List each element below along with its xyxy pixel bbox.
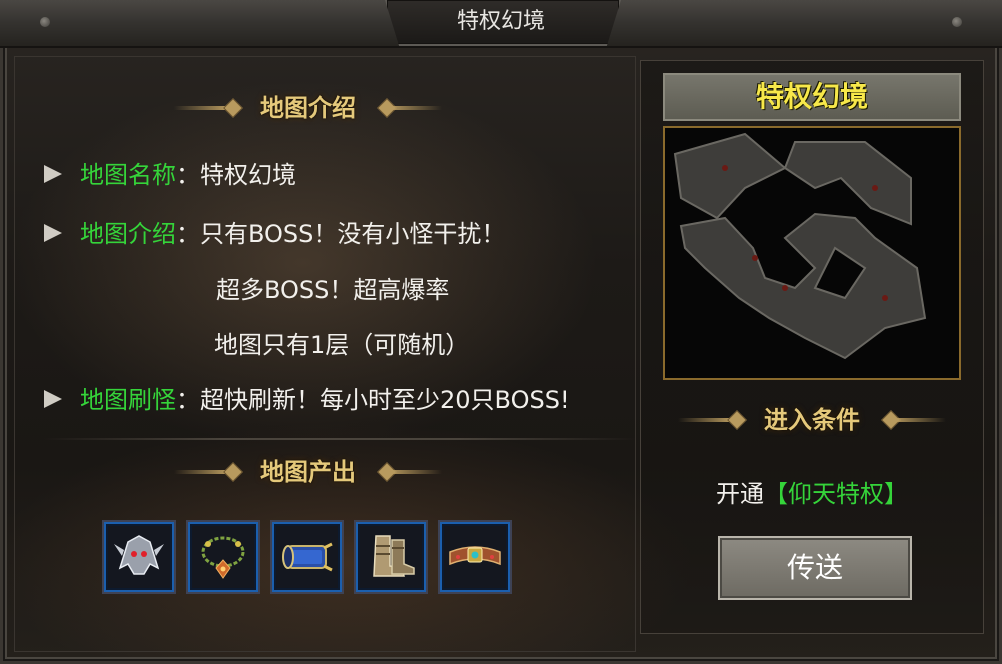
- minimap: [663, 126, 961, 380]
- intro-section-header: 地图介绍: [148, 90, 468, 126]
- window-title: 特权幻境: [456, 9, 545, 34]
- map-refresh-key: 地图刷怪: [80, 386, 176, 414]
- map-intro-row: 地图介绍：只有BOSS！没有小怪干扰！: [44, 214, 505, 254]
- ornament-diamond-icon: [223, 98, 243, 118]
- ornament-right-icon: [388, 106, 442, 110]
- map-refresh-row: 地图刷怪：超快刷新！每小时至少20只BOSS!: [44, 380, 570, 420]
- ornament-left-icon: [174, 470, 228, 474]
- map-title: 特权幻境: [755, 80, 868, 113]
- helmet-icon: [114, 535, 164, 575]
- bullet-arrow-icon: [44, 224, 62, 242]
- map-intro-line: 超多BOSS！超高爆率: [216, 276, 450, 304]
- item-slot-bracer[interactable]: [270, 520, 344, 594]
- ornament-left-icon: [174, 106, 228, 110]
- teleport-button[interactable]: 传送: [718, 536, 912, 600]
- item-slot-helmet[interactable]: [102, 520, 176, 594]
- bullet-arrow-icon: [44, 390, 62, 408]
- item-slot-necklace[interactable]: [186, 520, 260, 594]
- condition-section-header: 进入条件: [652, 402, 972, 438]
- ornament-right-icon: [388, 470, 442, 474]
- map-name-value: 特权幻境: [200, 161, 296, 189]
- item-slot-boots[interactable]: [354, 520, 428, 594]
- map-intro-key: 地图介绍: [80, 220, 176, 248]
- map-intro-line: 地图只有1层（可随机）: [214, 331, 470, 359]
- ornament-right-icon: [892, 418, 946, 422]
- ornament-left-icon: [678, 418, 732, 422]
- condition-text: 开通【仰天特权】: [716, 480, 908, 508]
- ornament-diamond-icon: [727, 410, 747, 430]
- bullet-arrow-icon: [44, 165, 62, 183]
- map-name-key: 地图名称: [80, 161, 176, 189]
- item-slot-belt[interactable]: [438, 520, 512, 594]
- section-divider: [44, 438, 636, 440]
- necklace-icon: [201, 536, 245, 579]
- rivet-icon: [40, 17, 50, 27]
- map-name-row: 地图名称：特权幻境: [44, 155, 296, 195]
- belt-icon: [449, 546, 501, 566]
- map-intro-line: 只有BOSS！没有小怪干扰！: [200, 220, 506, 248]
- bracer-icon: [282, 542, 333, 572]
- rivet-icon: [952, 17, 962, 27]
- output-section-header: 地图产出: [148, 454, 468, 490]
- privilege-tag: 【仰天特权】: [764, 480, 908, 508]
- map-refresh-value: 超快刷新！每小时至少20只BOSS!: [200, 386, 570, 414]
- boots-icon: [373, 535, 415, 577]
- ornament-diamond-icon: [223, 462, 243, 482]
- minimap-layout-icon: [673, 132, 927, 360]
